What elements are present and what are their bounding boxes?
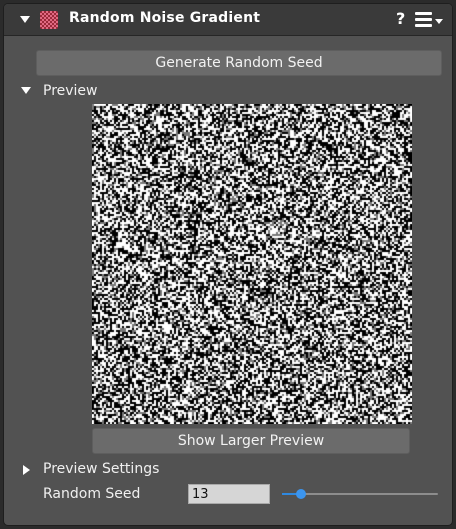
noise-preview-image bbox=[92, 104, 412, 424]
help-icon[interactable]: ? bbox=[396, 9, 405, 28]
generate-random-seed-button[interactable]: Generate Random Seed bbox=[36, 50, 442, 76]
preview-settings-label[interactable]: Preview Settings bbox=[43, 461, 159, 477]
collapse-arrow-icon[interactable] bbox=[20, 16, 30, 23]
slider-thumb[interactable] bbox=[296, 489, 306, 499]
random-seed-slider[interactable] bbox=[282, 486, 438, 502]
random-seed-input[interactable] bbox=[188, 484, 270, 504]
show-larger-preview-button[interactable]: Show Larger Preview bbox=[92, 428, 410, 454]
noise-gradient-icon bbox=[40, 11, 58, 29]
panel-header[interactable]: Random Noise Gradient ? bbox=[4, 4, 452, 36]
preview-settings-expand-arrow-icon[interactable] bbox=[23, 465, 30, 475]
random-seed-label: Random Seed bbox=[43, 486, 141, 502]
node-panel: Random Noise Gradient ? Generate Random … bbox=[3, 3, 453, 526]
preview-expand-arrow-icon[interactable] bbox=[21, 87, 31, 94]
hamburger-menu-icon[interactable] bbox=[415, 12, 445, 28]
panel-title: Random Noise Gradient bbox=[69, 10, 261, 26]
preview-section-label[interactable]: Preview bbox=[43, 83, 98, 99]
